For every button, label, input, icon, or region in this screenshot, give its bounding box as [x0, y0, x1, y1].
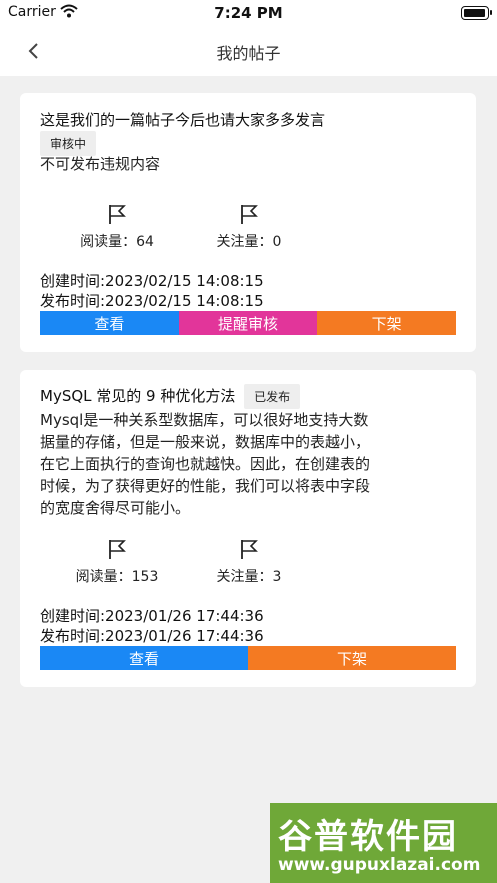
flag-icon	[241, 540, 258, 559]
post-content-line: Mysql是一种关系型数据库，可以很好地支持大数	[40, 411, 369, 429]
status-badge: 已发布	[244, 384, 301, 409]
flag-icon	[109, 205, 126, 224]
post-content: 不可发布违规内容	[40, 153, 160, 175]
created-time: 创建时间:2023/02/15 14:08:15	[40, 272, 264, 290]
action-bar: 查看 提醒审核 下架	[40, 311, 457, 335]
post-content-line: 时候，为了获得更好的性能，我们可以将表中字段	[40, 477, 371, 495]
status-bar: Carrier 7:24 PM	[0, 0, 497, 26]
post-title-row: MySQL 常见的 9 种优化方法 已发布	[40, 384, 301, 409]
post-title: 这是我们的一篇帖子今后也请大家多多发言	[40, 111, 326, 129]
unpublish-button[interactable]: 下架	[317, 311, 457, 335]
clock: 7:24 PM	[214, 4, 283, 22]
nav-bar: 我的帖子	[0, 26, 497, 76]
follow-count-label: 关注量：3	[216, 569, 282, 585]
view-button[interactable]: 查看	[40, 311, 179, 335]
read-count: 阅读量：64	[52, 203, 182, 251]
unpublish-button[interactable]: 下架	[248, 646, 456, 670]
post-card: MySQL 常见的 9 种优化方法 已发布 Mysql是一种关系型数据库，可以很…	[20, 370, 476, 687]
action-bar: 查看 下架	[40, 646, 456, 670]
post-content: Mysql是一种关系型数据库，可以很好地支持大数 据量的存储，但是一般来说，数据…	[40, 409, 370, 519]
post-content-line: 的宽度舍得尽可能小。	[40, 499, 191, 517]
watermark-logo: 谷普软件园 www.gupuxlazai.com	[270, 803, 497, 883]
flag-icon	[109, 540, 126, 559]
watermark-text: 谷普软件园	[278, 817, 458, 857]
battery-icon	[461, 6, 492, 20]
follow-count-label: 关注量：0	[216, 234, 282, 250]
post-content-line: 不可发布违规内容	[40, 155, 161, 173]
flag-icon	[241, 205, 258, 224]
published-time: 发布时间:2023/01/26 17:44:36	[40, 627, 264, 645]
watermark-url: www.gupuxlazai.com	[278, 855, 481, 875]
read-count: 阅读量：153	[52, 538, 182, 586]
follow-count: 关注量：3	[184, 538, 314, 586]
page-title: 我的帖子	[216, 44, 281, 63]
post-content-line: 据量的存储，但是一般来说，数据库中的表越小，	[40, 433, 371, 451]
post-title: MySQL 常见的 9 种优化方法	[40, 387, 236, 405]
published-time: 发布时间:2023/02/15 14:08:15	[40, 292, 264, 310]
read-count-label: 阅读量：153	[75, 569, 159, 585]
remind-review-button[interactable]: 提醒审核	[178, 311, 318, 335]
post-card: 这是我们的一篇帖子今后也请大家多多发言 审核中 不可发布违规内容 阅读量：64 …	[20, 93, 476, 352]
created-time: 创建时间:2023/01/26 17:44:36	[40, 607, 264, 625]
view-button[interactable]: 查看	[40, 646, 248, 670]
follow-count: 关注量：0	[184, 203, 314, 251]
read-count-label: 阅读量：64	[80, 234, 154, 250]
post-content-line: 在它上面执行的查询也就越快。因此，在创建表的	[40, 455, 371, 473]
